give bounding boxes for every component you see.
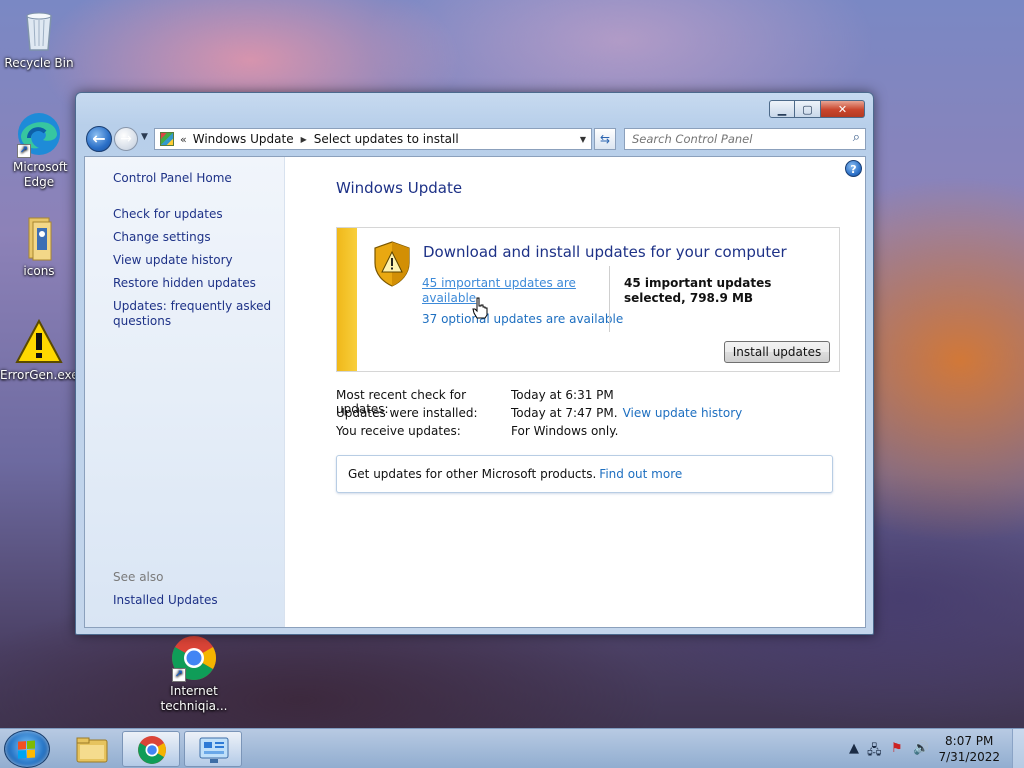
other-products-text: Get updates for other Microsoft products… xyxy=(348,467,597,481)
windows-logo-icon xyxy=(18,740,36,760)
clock-time: 8:07 PM xyxy=(945,734,994,748)
selected-updates-summary: 45 important updates selected, 798.9 MB xyxy=(624,276,772,305)
shortcut-arrow-icon: ↗ xyxy=(172,668,186,682)
status-label: Most recent check for updates: xyxy=(336,388,467,416)
windows-update-window: ▁ ▢ ✕ ← → ▼ « Windows Update ▶ Select up… xyxy=(75,92,874,635)
control-panel-icon xyxy=(160,132,174,146)
status-value-text: Today at 7:47 PM. xyxy=(511,406,618,420)
control-panel-icon xyxy=(199,737,229,763)
volume-icon[interactable]: 🔊 xyxy=(913,741,929,756)
status-value: For Windows only. xyxy=(511,424,619,438)
desktop-icon-errorgen[interactable]: ErrorGen.exe xyxy=(0,318,79,383)
back-arrow-icon[interactable]: ← xyxy=(86,126,112,152)
update-headline: Download and install updates for your co… xyxy=(423,243,787,261)
chrome-icon xyxy=(138,736,166,764)
optional-updates-link[interactable]: 37 optional updates are available xyxy=(422,312,623,326)
network-icon[interactable]: 🖧 xyxy=(867,741,882,763)
search-icon[interactable]: ⌕ xyxy=(853,130,860,145)
important-updates-link[interactable]: 45 important updates are available xyxy=(422,276,592,306)
clock[interactable]: 8:07 PM 7/31/2022 xyxy=(938,733,1000,765)
help-icon[interactable]: ? xyxy=(845,160,862,177)
address-dropdown-icon[interactable]: ▼ xyxy=(580,135,586,144)
shield-warning-icon xyxy=(374,241,410,287)
status-value: Today at 7:47 PM. View update history xyxy=(511,406,742,424)
system-tray: ▲ 🖧 ⚑ 🔊 8:07 PM 7/31/2022 xyxy=(824,729,1024,768)
install-updates-button[interactable]: Install updates xyxy=(724,341,830,363)
action-center-flag-icon[interactable]: ⚑ xyxy=(891,741,903,756)
desktop-icon-label: Internet techniqia... xyxy=(160,684,228,713)
close-icon[interactable]: ✕ xyxy=(821,100,865,118)
view-update-history-inline-link[interactable]: View update history xyxy=(623,406,743,420)
update-status-table: Most recent check for updates: Today at … xyxy=(336,388,742,442)
show-hidden-icons-icon[interactable]: ▲ xyxy=(849,741,859,756)
update-summary-box: Download and install updates for your co… xyxy=(336,227,840,372)
status-value: Today at 6:31 PM xyxy=(511,388,614,402)
folder-icon xyxy=(15,214,63,262)
status-label: You receive updates: xyxy=(336,424,461,438)
taskbar-explorer-button[interactable] xyxy=(62,731,120,767)
status-row: You receive updates: For Windows only. xyxy=(336,424,742,442)
start-button[interactable] xyxy=(4,730,50,768)
refresh-icon[interactable]: ⇆ xyxy=(594,128,616,150)
breadcrumb-select-updates[interactable]: Select updates to install xyxy=(314,132,459,146)
desktop-icon-icons-folder[interactable]: icons xyxy=(0,214,78,279)
desktop-icon-chrome-shortcut[interactable]: ↗ Internet techniqia... xyxy=(155,634,233,714)
left-pane: Control Panel Home Check for updates Cha… xyxy=(85,157,285,627)
faq-link[interactable]: Updates: frequently asked questions xyxy=(113,299,281,329)
search-input[interactable] xyxy=(625,129,835,149)
breadcrumb-overflow[interactable]: « xyxy=(180,133,187,146)
view-update-history-link[interactable]: View update history xyxy=(113,253,281,268)
warning-stripe xyxy=(337,228,357,371)
edge-icon: ↗ xyxy=(15,110,63,158)
taskbar: ▲ 🖧 ⚑ 🔊 8:07 PM 7/31/2022 xyxy=(0,728,1024,768)
status-row: Updates were installed: Today at 7:47 PM… xyxy=(336,406,742,424)
minimize-icon[interactable]: ▁ xyxy=(769,100,795,118)
desktop-icon-label: Microsoft Edge xyxy=(13,160,68,189)
find-out-more-link[interactable]: Find out more xyxy=(599,467,682,481)
window-controls: ▁ ▢ ✕ xyxy=(769,100,865,118)
taskbar-chrome-button[interactable] xyxy=(122,731,180,767)
recent-pages-dropdown-icon[interactable]: ▼ xyxy=(141,132,148,142)
search-box[interactable]: ⌕ xyxy=(624,128,866,150)
change-settings-link[interactable]: Change settings xyxy=(113,230,281,245)
warning-icon xyxy=(15,318,63,366)
desktop-icon-recycle-bin[interactable]: Recycle Bin xyxy=(0,6,78,71)
restore-hidden-updates-link[interactable]: Restore hidden updates xyxy=(113,276,281,291)
installed-updates-link[interactable]: Installed Updates xyxy=(113,593,281,608)
hand-cursor-icon xyxy=(472,297,488,319)
desktop-icon-label: Recycle Bin xyxy=(4,56,74,70)
chrome-icon: ↗ xyxy=(170,634,218,682)
taskbar-control-panel-button[interactable] xyxy=(184,731,242,767)
address-bar[interactable]: « Windows Update ▶ Select updates to ins… xyxy=(154,128,592,150)
forward-arrow-icon[interactable]: → xyxy=(114,127,138,151)
control-panel-home-link[interactable]: Control Panel Home xyxy=(113,171,281,186)
folder-icon xyxy=(76,737,108,763)
divider xyxy=(609,266,610,332)
desktop-icon-label: icons xyxy=(23,264,55,278)
maximize-icon[interactable]: ▢ xyxy=(795,100,821,118)
desktop-icon-edge[interactable]: ↗ Microsoft Edge xyxy=(0,110,78,190)
show-desktop-button[interactable] xyxy=(1012,729,1024,768)
breadcrumb-windows-update[interactable]: Windows Update xyxy=(193,132,294,146)
navigation-bar: ← → ▼ « Windows Update ▶ Select updates … xyxy=(84,126,866,152)
desktop-icon-label: ErrorGen.exe xyxy=(0,368,79,382)
shortcut-arrow-icon: ↗ xyxy=(17,144,31,158)
other-products-box: Get updates for other Microsoft products… xyxy=(336,455,833,493)
page-title: Windows Update xyxy=(336,179,463,197)
content-area: Control Panel Home Check for updates Cha… xyxy=(84,156,866,628)
see-also-heading: See also xyxy=(113,570,164,584)
breadcrumb-separator-icon[interactable]: ▶ xyxy=(301,135,307,144)
recycle-bin-icon xyxy=(15,6,63,54)
status-row: Most recent check for updates: Today at … xyxy=(336,388,742,416)
status-label: Updates were installed: xyxy=(336,406,478,420)
check-for-updates-link[interactable]: Check for updates xyxy=(113,207,281,222)
clock-date: 7/31/2022 xyxy=(938,750,1000,764)
